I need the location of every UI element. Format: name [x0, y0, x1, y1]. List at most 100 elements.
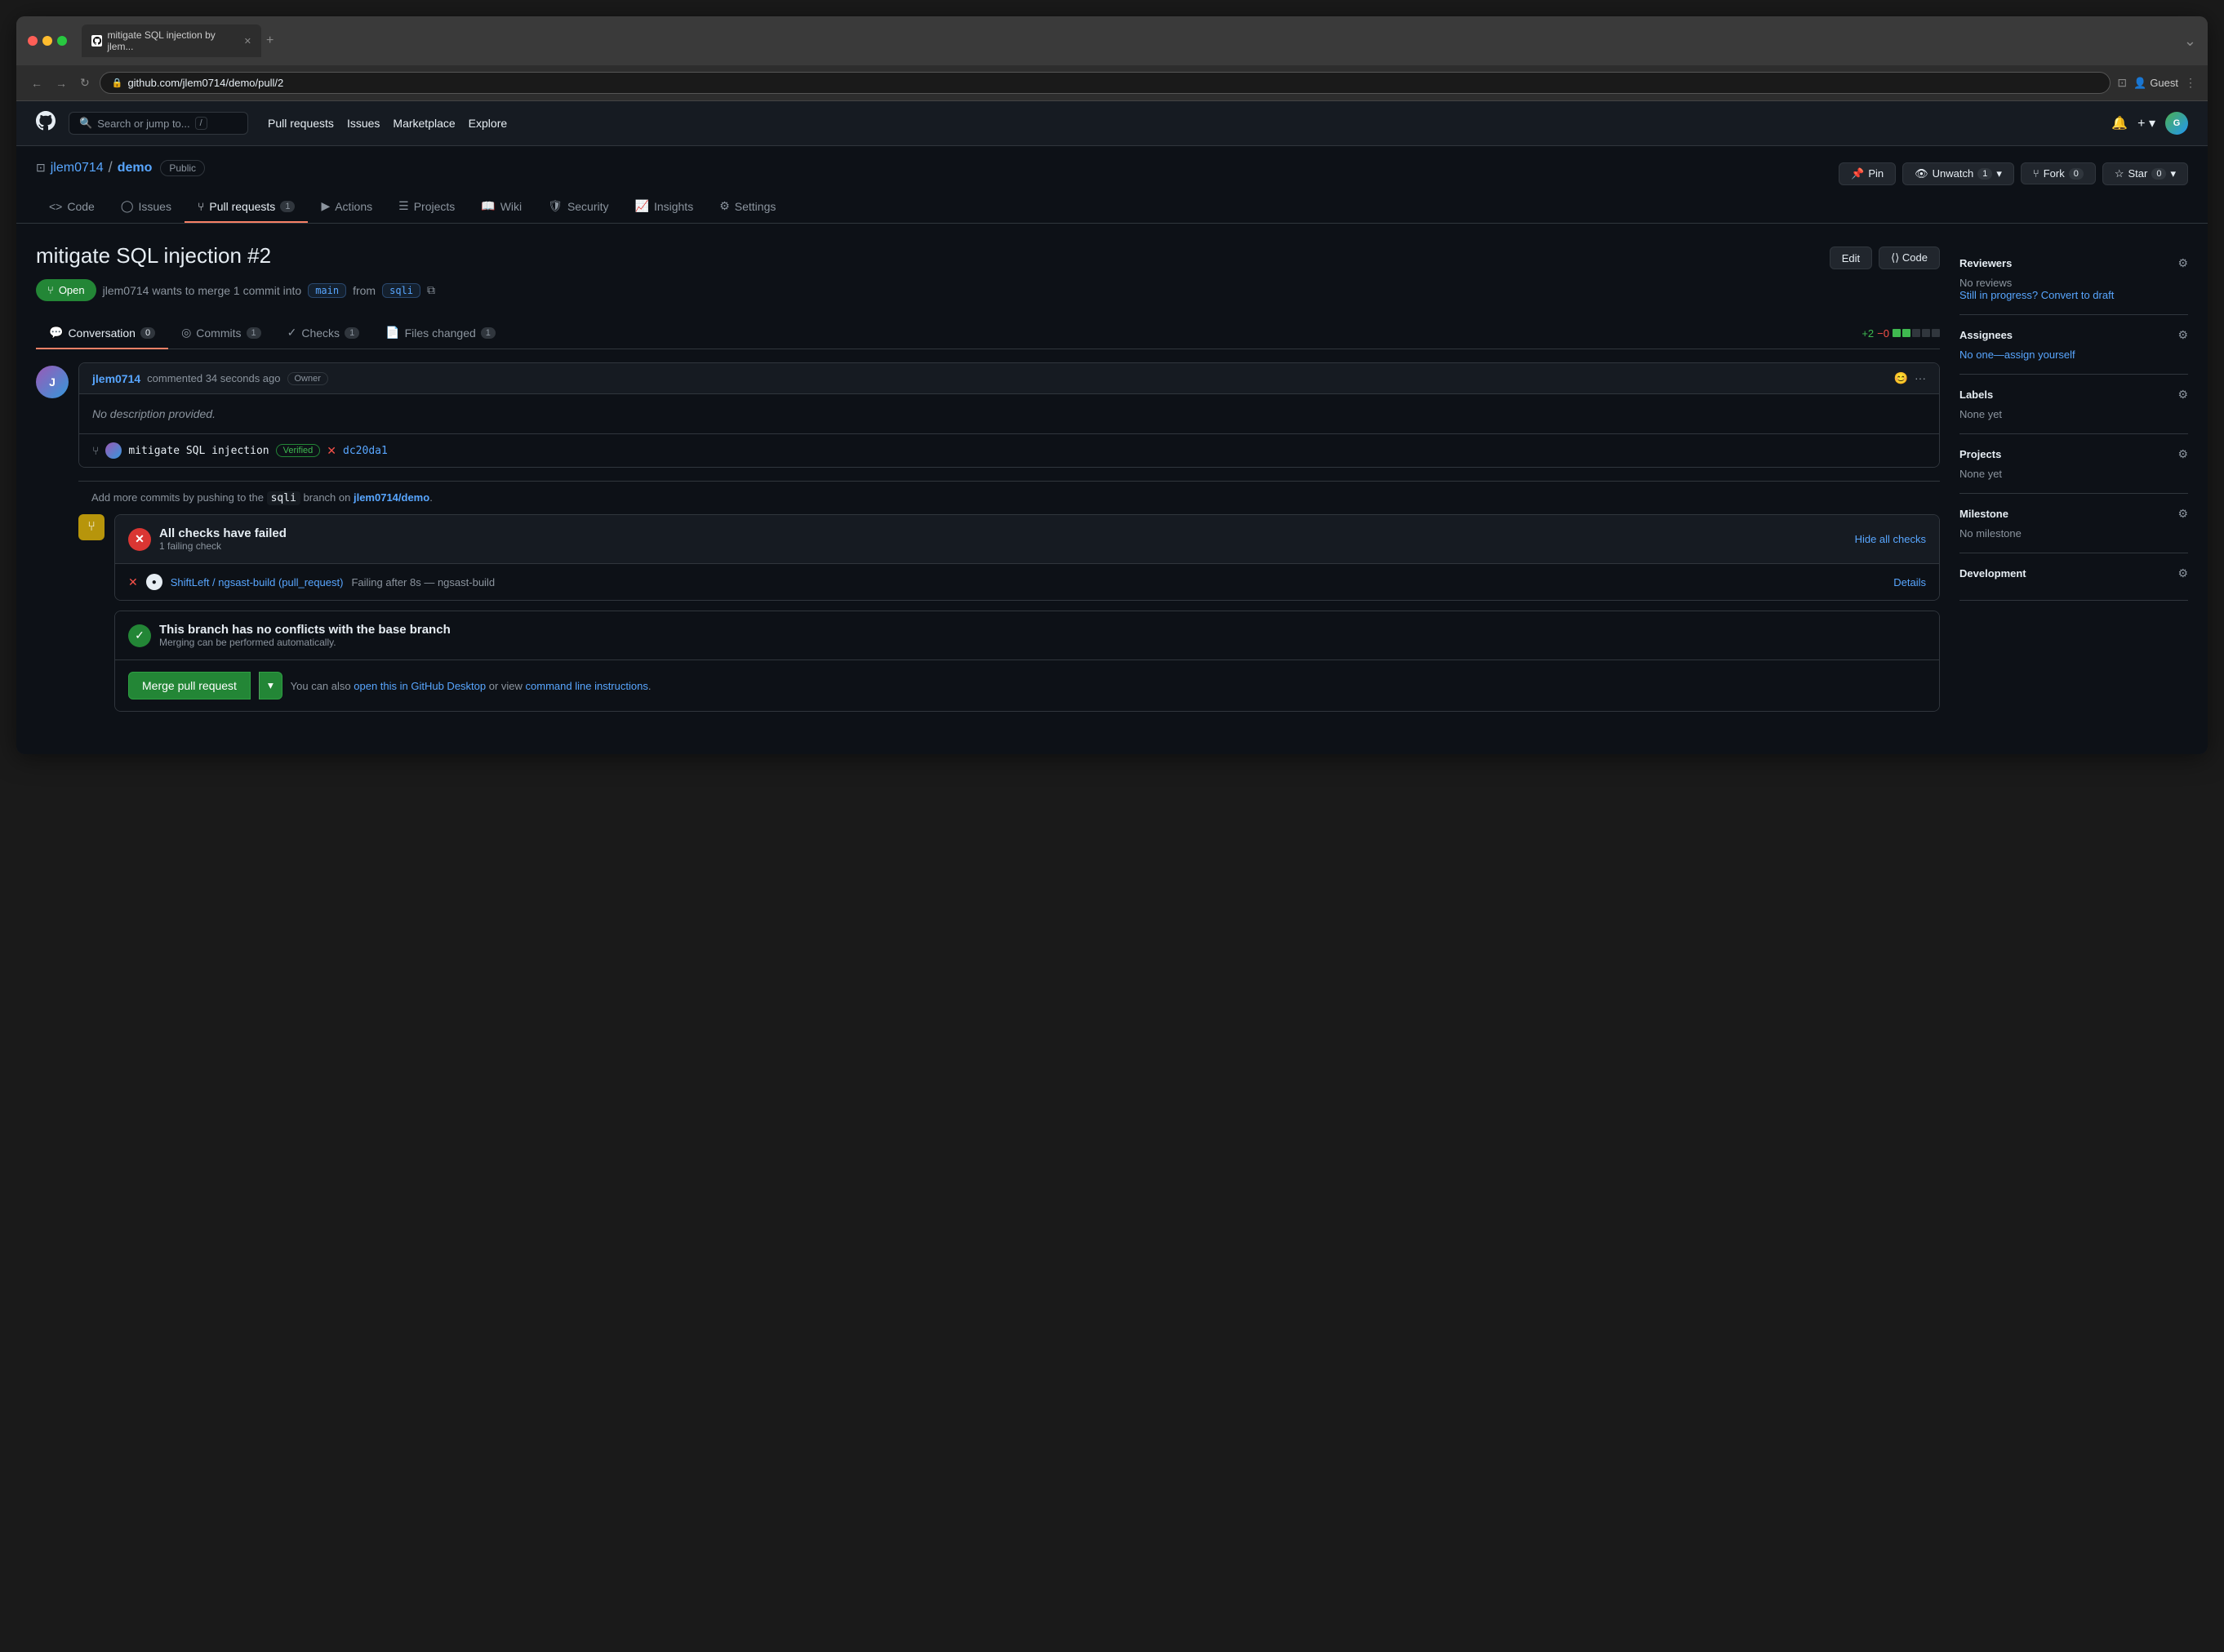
reviewers-gear-icon[interactable]: ⚙: [2177, 256, 2188, 270]
tab-commits-label: Commits: [196, 326, 241, 340]
tab-close-icon[interactable]: ✕: [244, 36, 251, 47]
commit-hash[interactable]: dc20da1: [343, 445, 388, 457]
forward-button[interactable]: →: [52, 73, 70, 93]
pr-content: mitigate SQL injection #2 Edit ⟨⟩ Code ⑂…: [16, 224, 2208, 748]
nav-issues[interactable]: ◯ Issues: [108, 191, 185, 223]
milestone-gear-icon[interactable]: ⚙: [2177, 507, 2188, 521]
pr-status-badge: ⑂ Open: [36, 279, 96, 301]
tab-commits[interactable]: ◎ Commits 1: [168, 318, 274, 349]
tab-checks[interactable]: ✓ Checks 1: [274, 318, 373, 349]
nav-actions[interactable]: ▶ Actions: [308, 191, 385, 223]
nav-issues[interactable]: Issues: [347, 117, 380, 130]
more-actions-icon[interactable]: ···: [1915, 371, 1926, 385]
github-logo[interactable]: [36, 111, 56, 135]
refresh-button[interactable]: ↻: [77, 73, 93, 93]
assignees-title: Assignees: [1959, 329, 2013, 341]
commits-icon: ◎: [181, 326, 191, 340]
star-count: 0: [2151, 168, 2166, 180]
search-bar[interactable]: 🔍 Search or jump to... /: [69, 112, 248, 135]
pr-meta: ⑂ Open jlem0714 wants to merge 1 commit …: [36, 279, 1940, 301]
star-chevron: ▾: [2170, 167, 2176, 180]
new-item-button[interactable]: + ▾: [2137, 115, 2155, 131]
check-name: ShiftLeft / ngsast-build (pull_request): [171, 576, 344, 588]
reviewers-title: Reviewers: [1959, 257, 2012, 269]
assignees-value[interactable]: No one—assign yourself: [1959, 349, 2188, 361]
star-button[interactable]: ☆ Star 0 ▾: [2102, 162, 2188, 185]
tab-conversation-label: Conversation: [68, 326, 136, 340]
new-tab-button[interactable]: +: [266, 33, 274, 48]
hide-checks-button[interactable]: Hide all checks: [1855, 533, 1926, 545]
nav-wiki[interactable]: 📖 Wiki: [468, 191, 535, 223]
assignees-gear-icon[interactable]: ⚙: [2177, 328, 2188, 342]
comment-thread: jlem0714 commented 34 seconds ago Owner …: [78, 362, 1940, 468]
nav-security[interactable]: 🛡 Security: [535, 191, 621, 223]
user-menu[interactable]: 👤 Guest: [2133, 77, 2178, 90]
checks-header: ✕ All checks have failed 1 failing check…: [115, 515, 1939, 563]
convert-draft-link[interactable]: Still in progress? Convert to draft: [1959, 289, 2188, 301]
checks-section: ✕ All checks have failed 1 failing check…: [114, 514, 1940, 601]
fork-label: Fork: [2044, 167, 2065, 180]
files-badge: 1: [481, 327, 496, 339]
command-line-link[interactable]: command line instructions: [526, 680, 648, 692]
checks-fail-circle: ✕: [128, 528, 151, 551]
copy-branch-icon[interactable]: ⧉: [427, 283, 435, 297]
conversation-badge: 0: [140, 327, 155, 339]
pr-count-badge: 1: [280, 201, 295, 212]
labels-title: Labels: [1959, 389, 1993, 401]
nav-insights[interactable]: 📈 Insights: [622, 191, 707, 223]
pin-button[interactable]: 📌 Pin: [1839, 162, 1896, 185]
tab-files-changed[interactable]: 📄 Files changed 1: [372, 318, 509, 349]
nav-explore[interactable]: Explore: [469, 117, 507, 130]
repo-link[interactable]: jlem0714/demo: [354, 491, 429, 504]
development-gear-icon[interactable]: ⚙: [2177, 566, 2188, 580]
comment-author[interactable]: jlem0714: [92, 372, 140, 385]
merge-dropdown-button[interactable]: ▾: [259, 672, 282, 699]
diff-remove: −0: [1877, 327, 1889, 340]
nav-pull-requests[interactable]: ⑂ Pull requests 1: [185, 191, 308, 223]
notifications-bell[interactable]: 🔔: [2111, 115, 2128, 131]
sidebar-projects: Projects ⚙ None yet: [1959, 434, 2188, 494]
code-dropdown-button[interactable]: ⟨⟩ Code: [1879, 246, 1940, 269]
merge-row: Merge pull request ▾ You can also open t…: [115, 659, 1939, 711]
edit-button[interactable]: Edit: [1830, 246, 1872, 269]
comment-thread-main: jlem0714 commented 34 seconds ago Owner …: [78, 362, 1940, 735]
maximize-button[interactable]: [57, 36, 67, 46]
nav-marketplace[interactable]: Marketplace: [393, 117, 455, 130]
close-button[interactable]: [28, 36, 38, 46]
minimize-button[interactable]: [42, 36, 52, 46]
sidebar-assignees-header: Assignees ⚙: [1959, 328, 2188, 342]
user-avatar-icon: 👤: [2133, 77, 2146, 90]
unwatch-count: 1: [1977, 168, 1992, 180]
tab-conversation[interactable]: 💬 Conversation 0: [36, 318, 168, 349]
actions-icon: ▶: [321, 199, 330, 213]
nav-pull-requests[interactable]: Pull requests: [268, 117, 334, 130]
projects-gear-icon[interactable]: ⚙: [2177, 447, 2188, 461]
fork-icon: ⑂: [2033, 167, 2039, 180]
search-slash: /: [195, 117, 207, 130]
user-avatar[interactable]: G: [2165, 112, 2188, 135]
sidebar-milestone: Milestone ⚙ No milestone: [1959, 494, 2188, 553]
no-conflict-section: ✓ This branch has no conflicts with the …: [114, 611, 1940, 712]
open-desktop-link[interactable]: open this in GitHub Desktop: [354, 680, 486, 692]
pr-tabs: 💬 Conversation 0 ◎ Commits 1 ✓ Checks 1: [36, 318, 1940, 349]
back-button[interactable]: ←: [28, 73, 46, 93]
address-bar[interactable]: 🔒 github.com/jlem0714/demo/pull/2: [100, 72, 2111, 94]
nav-projects[interactable]: ☰ Projects: [385, 191, 468, 223]
emoji-reaction-icon[interactable]: 😊: [1894, 371, 1908, 385]
repo-name[interactable]: demo: [118, 161, 153, 175]
details-button[interactable]: Details: [1893, 576, 1926, 588]
more-options-icon[interactable]: ⋮: [2185, 76, 2196, 90]
fork-button[interactable]: ⑂ Fork 0: [2021, 162, 2096, 184]
comment-header: jlem0714 commented 34 seconds ago Owner …: [79, 363, 1939, 394]
nav-code[interactable]: <> Code: [36, 191, 108, 223]
target-branch[interactable]: main: [308, 283, 346, 298]
merge-pull-request-button[interactable]: Merge pull request: [128, 672, 251, 699]
active-tab[interactable]: mitigate SQL injection by jlem... ✕: [82, 24, 261, 57]
labels-gear-icon[interactable]: ⚙: [2177, 388, 2188, 402]
sidebar-reviewers: Reviewers ⚙ No reviews Still in progress…: [1959, 243, 2188, 315]
repo-owner[interactable]: jlem0714: [51, 161, 104, 175]
unwatch-button[interactable]: 👁 Unwatch 1 ▾: [1902, 162, 2014, 185]
star-label: Star: [2128, 167, 2148, 180]
nav-settings[interactable]: ⚙ Settings: [706, 191, 789, 223]
source-branch[interactable]: sqli: [382, 283, 420, 298]
